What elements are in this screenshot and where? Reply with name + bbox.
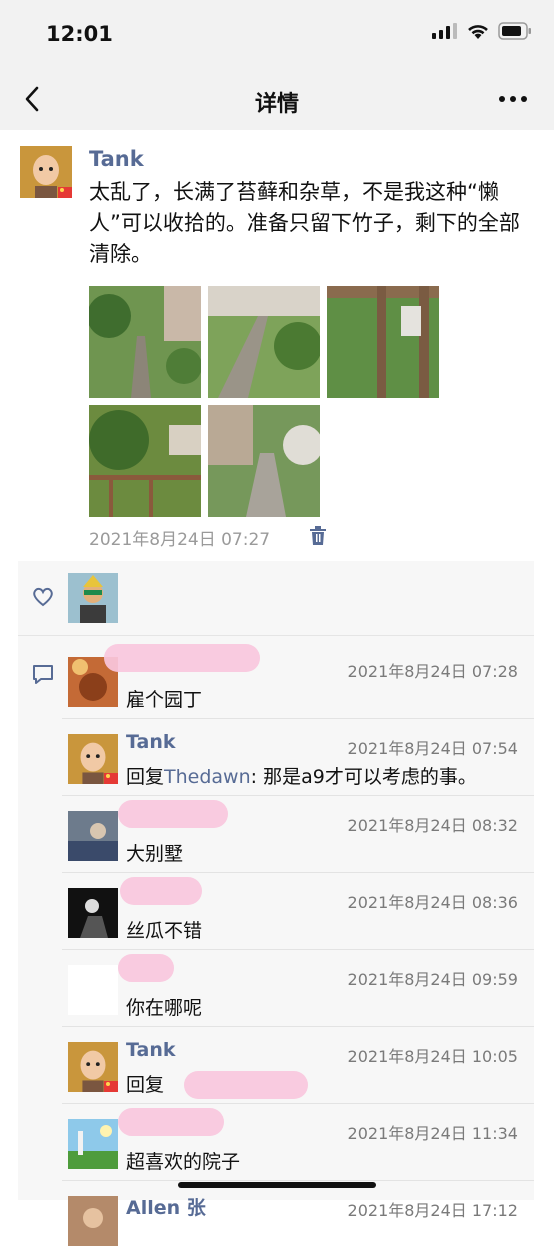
heart-icon [33, 587, 53, 607]
garden-photo-4[interactable] [89, 405, 201, 517]
comment-item[interactable]: Tank 2021年8月24日 07:54 回复Thedawn: 那是a9才可以… [18, 719, 534, 796]
comment-text: 雇个园丁 [126, 689, 203, 711]
commenter-avatar[interactable] [68, 1119, 118, 1169]
commenter-avatar[interactable] [68, 1042, 118, 1092]
post-text: 太乱了，长满了苔藓和杂草，不是我这种“懒人”可以收拾的。准备只留下竹子，剩下的全… [89, 180, 520, 266]
nav-bar: 详情 [0, 70, 554, 130]
redacted-name [118, 800, 228, 828]
battery-icon [498, 22, 531, 40]
comment-text: 大别墅 [126, 843, 184, 865]
likes-row [18, 561, 534, 636]
more-icon[interactable] [496, 84, 530, 114]
comment-time: 2021年8月24日 08:32 [347, 816, 518, 835]
status-time: 12:01 [46, 22, 113, 46]
redacted-name [120, 877, 202, 905]
redacted-name [104, 644, 260, 672]
comment-item[interactable]: 2021年8月24日 09:59 你在哪呢 [18, 950, 534, 1027]
flag-icon [104, 773, 118, 784]
comment-time: 2021年8月24日 09:59 [347, 970, 518, 989]
reply-prefix: 回复 [126, 766, 165, 788]
comment-item[interactable]: 2021年8月24日 07:28 雇个园丁 [18, 642, 534, 719]
status-icons [432, 22, 532, 40]
post-timestamp: 2021年8月24日 07:27 [89, 530, 271, 550]
comment-item[interactable]: 2021年8月24日 08:32 大别墅 [18, 796, 534, 873]
commenter-name[interactable]: Tank [126, 731, 176, 753]
comment-time: 2021年8月24日 07:54 [347, 739, 518, 758]
commenter-avatar[interactable] [68, 965, 118, 1015]
flag-icon [104, 1081, 118, 1092]
commenter-avatar[interactable] [68, 1196, 118, 1246]
comment-time: 2021年8月24日 11:34 [347, 1124, 518, 1143]
commenter-name[interactable]: Tank [126, 1039, 176, 1061]
comment-item[interactable]: Allen 张 2021年8月24日 17:12 [18, 1181, 534, 1258]
comment-text: 你在哪呢 [126, 997, 203, 1019]
interaction-panel: 2021年8月24日 07:28 雇个园丁 Tank 2021年8月24日 07… [18, 561, 534, 1246]
garden-photo-2[interactable] [208, 286, 320, 398]
comment-item[interactable]: Tank 2021年8月24日 10:05 回复 [18, 1027, 534, 1104]
comment-text: 回复 [126, 1074, 165, 1096]
commenter-avatar[interactable] [68, 734, 118, 784]
signal-icon [432, 23, 457, 39]
comment-item[interactable]: 2021年8月24日 11:34 超喜欢的院子 [18, 1104, 534, 1181]
redacted-text [184, 1071, 308, 1099]
home-indicator[interactable] [178, 1182, 376, 1188]
comment-text: 回复Thedawn: 那是a9才可以考虑的事。 [126, 762, 477, 789]
post-author-name[interactable]: Tank [89, 147, 144, 171]
trash-icon[interactable] [309, 526, 327, 546]
wifi-icon [468, 25, 488, 39]
comment-time: 2021年8月24日 17:12 [347, 1201, 518, 1220]
comment-time: 2021年8月24日 08:36 [347, 893, 518, 912]
reply-target[interactable]: Thedawn [164, 766, 251, 788]
garden-photo-1[interactable] [89, 286, 201, 398]
comment-text: 丝瓜不错 [126, 920, 203, 942]
comment-item[interactable]: 2021年8月24日 08:36 丝瓜不错 [18, 873, 534, 950]
comment-time: 2021年8月24日 07:28 [347, 662, 518, 681]
garden-photo-3[interactable] [327, 286, 439, 398]
comment-time: 2021年8月24日 10:05 [347, 1047, 518, 1066]
commenter-avatar[interactable] [68, 888, 118, 938]
author-avatar[interactable] [20, 146, 72, 198]
commenter-name[interactable]: Allen 张 [126, 1193, 206, 1220]
redacted-name [118, 954, 174, 982]
redacted-name [118, 1108, 224, 1136]
comment-text: 超喜欢的院子 [126, 1151, 241, 1173]
page-title: 详情 [254, 92, 299, 117]
garden-photo-5[interactable] [208, 405, 320, 517]
like-avatar[interactable] [68, 573, 118, 623]
reply-body: : 那是a9才可以考虑的事。 [250, 766, 477, 788]
status-bar: 12:01 [0, 0, 554, 70]
flag-icon [58, 187, 72, 198]
commenter-avatar[interactable] [68, 811, 118, 861]
